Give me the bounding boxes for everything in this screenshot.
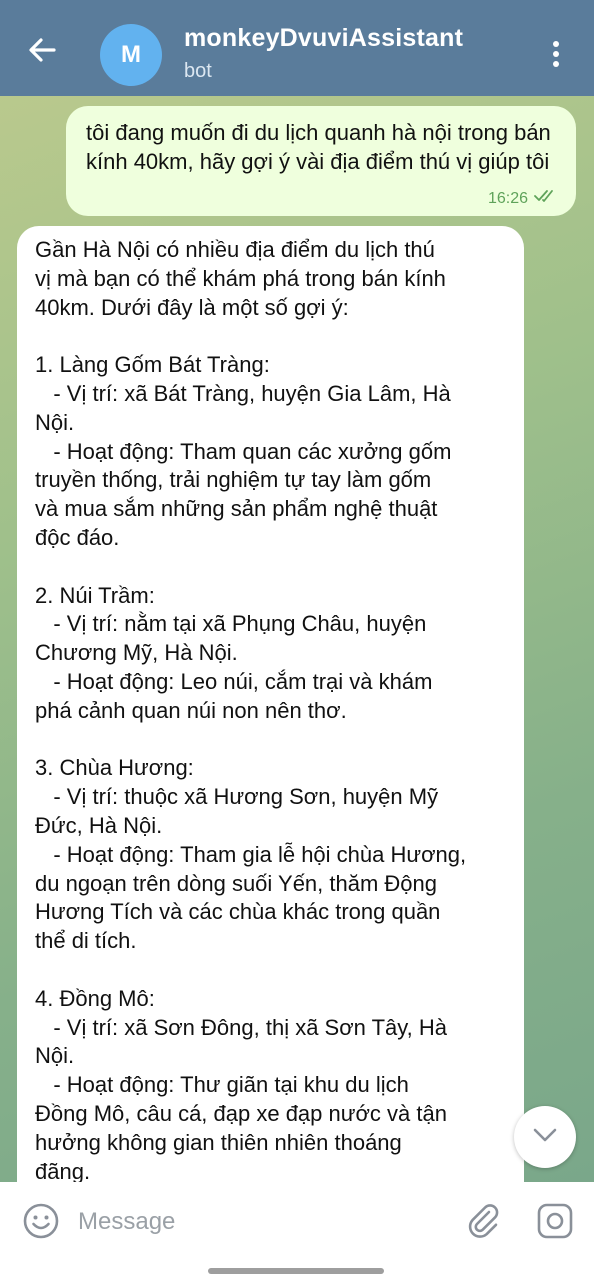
chat-title[interactable]: monkeyDvuviAssistant bbox=[184, 24, 463, 53]
message-meta: 16:26 bbox=[488, 189, 558, 208]
outgoing-message[interactable]: tôi đang muốn đi du lịch quanh hà nội tr… bbox=[66, 106, 576, 216]
chevron-down-icon bbox=[532, 1127, 558, 1148]
message-composer bbox=[0, 1182, 594, 1260]
paperclip-icon[interactable] bbox=[462, 1200, 504, 1242]
back-arrow-icon[interactable] bbox=[22, 30, 62, 70]
chat-header: M monkeyDvuviAssistant bot bbox=[0, 0, 594, 96]
incoming-message[interactable]: Gần Hà Nội có nhiều địa điểm du lịch thú… bbox=[17, 226, 524, 1206]
camera-icon[interactable] bbox=[536, 1202, 574, 1240]
outgoing-message-text: tôi đang muốn đi du lịch quanh hà nội tr… bbox=[86, 120, 551, 174]
double-check-icon bbox=[534, 189, 558, 208]
avatar[interactable]: M bbox=[100, 24, 162, 86]
more-vertical-icon[interactable] bbox=[546, 38, 566, 70]
emoji-icon[interactable] bbox=[22, 1202, 60, 1240]
message-input[interactable] bbox=[76, 1202, 440, 1242]
chat-subtitle: bot bbox=[184, 60, 212, 82]
scroll-down-button[interactable] bbox=[514, 1106, 576, 1168]
incoming-message-text: Gần Hà Nội có nhiều địa điểm du lịch thú… bbox=[35, 237, 467, 1184]
message-time: 16:26 bbox=[487, 189, 528, 207]
system-navigation-bar bbox=[0, 1260, 594, 1280]
home-indicator[interactable] bbox=[208, 1268, 384, 1274]
